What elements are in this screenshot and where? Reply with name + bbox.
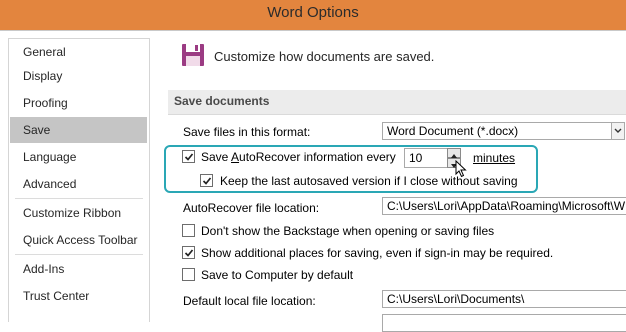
sidebar-item-general[interactable]: General [10, 39, 147, 65]
check-icon [184, 153, 194, 161]
save-to-computer-checkbox[interactable] [182, 268, 195, 281]
sidebar-item-advanced[interactable]: Advanced [10, 171, 147, 197]
check-icon [202, 177, 212, 185]
window-title: Word Options [267, 4, 359, 21]
sidebar-item-add-ins[interactable]: Add-Ins [10, 256, 147, 282]
page-header: Customize how documents are saved. [214, 49, 435, 64]
default-local-location-label: Default local file location: [183, 294, 316, 308]
sidebar-item-proofing[interactable]: Proofing [10, 90, 147, 116]
dont-show-backstage-label: Don't show the Backstage when opening or… [201, 224, 495, 238]
autorecover-checkbox[interactable] [182, 150, 195, 163]
autorecover-location-input[interactable]: C:\Users\Lori\AppData\Roaming\Microsoft\… [382, 197, 626, 215]
sidebar-divider [15, 254, 143, 255]
format-label: Save files in this format: [183, 125, 311, 139]
title-bar: Word Options [0, 0, 626, 30]
sidebar-item-language[interactable]: Language [10, 144, 147, 170]
autorecover-location-label: AutoRecover file location: [183, 201, 320, 215]
default-local-location-input[interactable]: C:\Users\Lori\Documents\ [382, 290, 626, 308]
sidebar: General Display Proofing Save Language A… [8, 38, 150, 322]
autorecover-minutes-input[interactable]: 10 [404, 148, 448, 168]
stepper-up[interactable] [447, 148, 461, 158]
format-dropdown-arrow[interactable] [611, 122, 625, 140]
keep-last-autosaved-checkbox[interactable] [200, 174, 213, 187]
sidebar-item-display[interactable]: Display [10, 63, 147, 89]
autorecover-label-key: A [231, 150, 240, 164]
autorecover-label-pre: Save [201, 150, 232, 164]
chevron-down-icon [614, 128, 622, 133]
sidebar-divider [15, 198, 143, 199]
show-additional-places-label: Show additional places for saving, even … [201, 246, 554, 260]
show-additional-places-checkbox[interactable] [182, 246, 195, 259]
check-icon [184, 249, 194, 257]
keep-last-autosaved-label: Keep the last autosaved version if I clo… [220, 174, 518, 188]
mouse-cursor-icon [455, 160, 467, 178]
next-location-input[interactable] [382, 314, 626, 332]
minutes-label: minutes [473, 151, 516, 165]
autorecover-label-post: utoRecover information every [239, 150, 396, 164]
sidebar-item-customize-ribbon[interactable]: Customize Ribbon [10, 200, 147, 226]
sidebar-item-quick-access-toolbar[interactable]: Quick Access Toolbar [10, 227, 147, 253]
dont-show-backstage-checkbox[interactable] [182, 224, 195, 237]
format-dropdown[interactable]: Word Document (*.docx) [382, 122, 612, 140]
save-to-computer-label: Save to Computer by default [201, 268, 354, 282]
autorecover-label: Save AutoRecover information every [201, 150, 396, 164]
section-title: Save documents [174, 94, 270, 108]
save-icon [182, 44, 204, 66]
section-header: Save documents [168, 90, 626, 115]
sidebar-item-save[interactable]: Save [10, 117, 147, 143]
sidebar-item-trust-center[interactable]: Trust Center [10, 283, 147, 309]
